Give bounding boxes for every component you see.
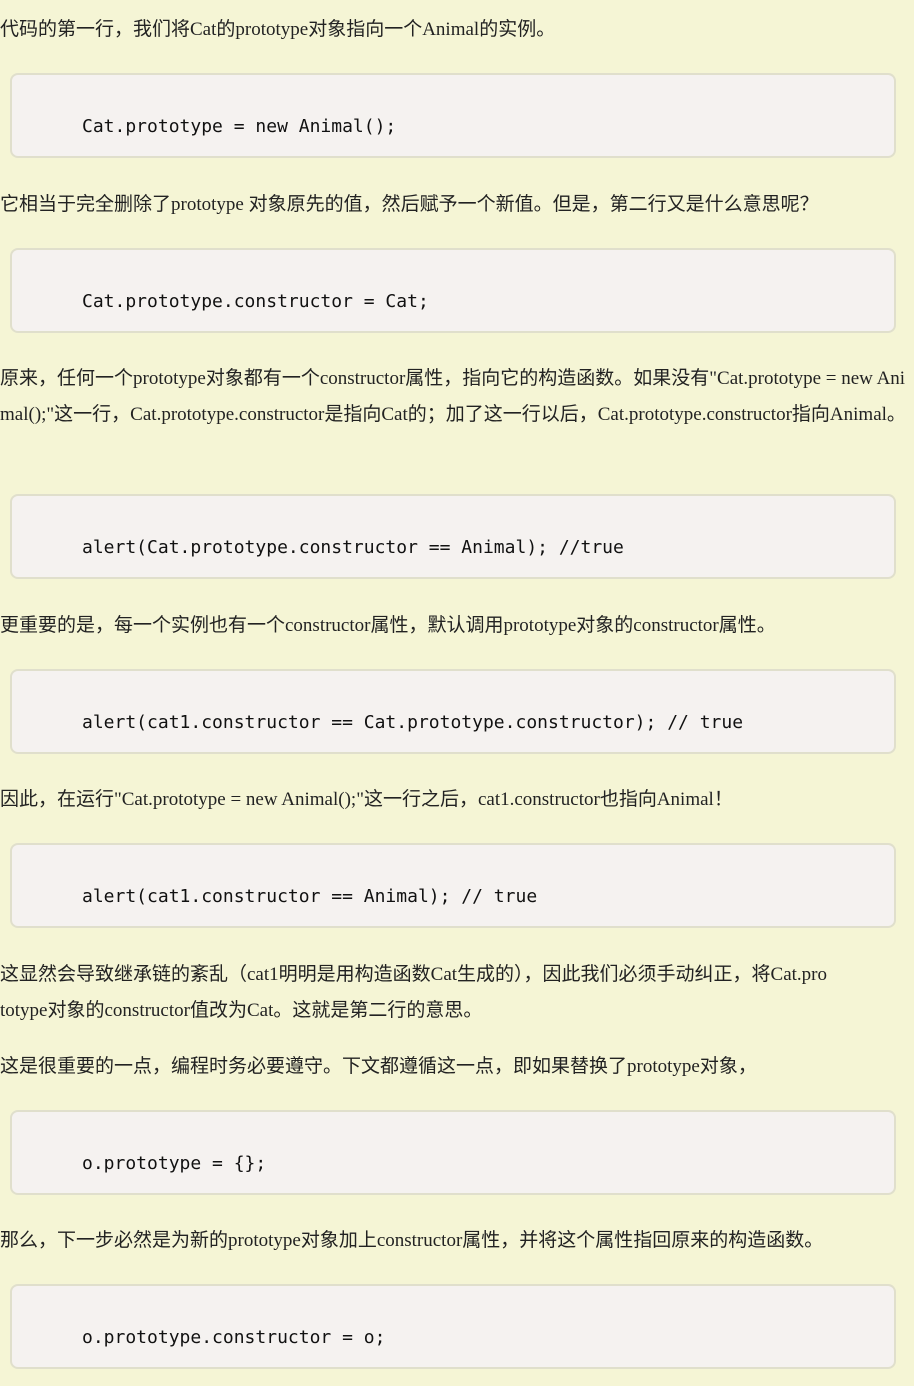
paragraph-1: 代码的第一行，我们将Cat的prototype对象指向一个Animal的实例。: [0, 19, 556, 40]
code-line-7: o.prototype.constructor = o;: [82, 1327, 386, 1348]
code-line-1: Cat.prototype = new Animal();: [82, 116, 397, 137]
code-block-3: alert(Cat.prototype.constructor == Anima…: [10, 494, 896, 579]
code-line-4: alert(cat1.constructor == Cat.prototype.…: [82, 712, 744, 733]
paragraph-3: 原来，任何一个prototype对象都有一个constructor属性，指向它的…: [0, 368, 906, 425]
paragraph-2: 它相当于完全删除了prototype 对象原先的值，然后赋予一个新值。但是，第二…: [0, 194, 819, 215]
code-line-2: Cat.prototype.constructor = Cat;: [82, 291, 429, 312]
code-line-5: alert(cat1.constructor == Animal); // tr…: [82, 886, 538, 907]
code-block-7: o.prototype.constructor = o;: [10, 1284, 896, 1369]
code-block-1: Cat.prototype = new Animal();: [10, 73, 896, 158]
paragraph-7: 这是很重要的一点，编程时务必要遵守。下文都遵循这一点，即如果替换了prototy…: [0, 1056, 757, 1077]
code-block-6: o.prototype = {};: [10, 1110, 896, 1195]
paragraph-8: 那么，下一步必然是为新的prototype对象加上constructor属性，并…: [0, 1230, 824, 1251]
paragraph-5: 因此，在运行"Cat.prototype = new Animal();"这一行…: [0, 789, 733, 810]
code-line-6: o.prototype = {};: [82, 1153, 267, 1174]
code-block-5: alert(cat1.constructor == Animal); // tr…: [10, 843, 896, 928]
code-block-2: Cat.prototype.constructor = Cat;: [10, 248, 896, 333]
code-block-4: alert(cat1.constructor == Cat.prototype.…: [10, 669, 896, 754]
code-line-3: alert(Cat.prototype.constructor == Anima…: [82, 537, 624, 558]
paragraph-6: 这显然会导致继承链的紊乱（cat1明明是用构造函数Cat生成的），因此我们必须手…: [0, 964, 827, 1021]
paragraph-4: 更重要的是，每一个实例也有一个constructor属性，默认调用prototy…: [0, 615, 776, 636]
